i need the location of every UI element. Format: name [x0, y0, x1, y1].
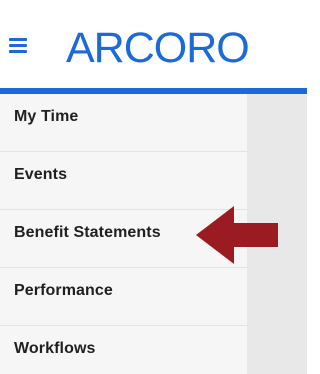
sidebar-item-label: My Time — [14, 108, 79, 125]
sidebar-item-label: Performance — [14, 282, 113, 299]
arcoro-logo: ARCORO — [66, 24, 250, 70]
sidebar-item-workflows[interactable]: Workflows — [0, 326, 247, 374]
sidebar-item-label: Workflows — [14, 340, 96, 357]
top-header: ARCORO — [0, 0, 307, 88]
pointer-arrow-icon — [196, 206, 278, 264]
sidebar-item-performance[interactable]: Performance — [0, 268, 247, 326]
app-frame: ARCORO My Time Events Benefit Statements… — [0, 0, 307, 374]
sidebar-item-my-time[interactable]: My Time — [0, 94, 247, 152]
sidebar-item-label: Events — [14, 166, 68, 183]
sidebar-item-events[interactable]: Events — [0, 152, 247, 210]
sidebar-item-label: Benefit Statements — [14, 224, 161, 241]
svg-text:ARCORO: ARCORO — [66, 24, 249, 70]
hamburger-menu-icon[interactable] — [9, 36, 29, 54]
